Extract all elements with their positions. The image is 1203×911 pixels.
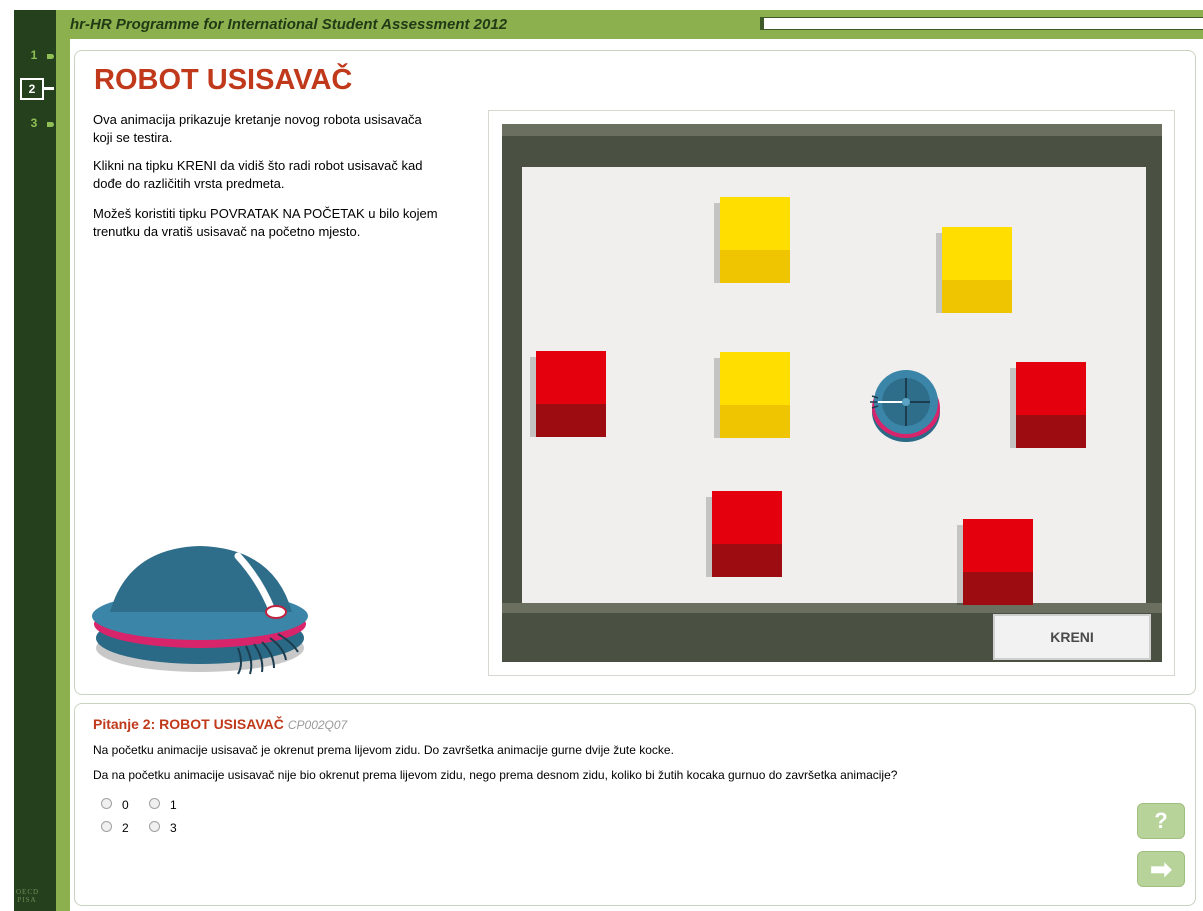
robot-vacuum bbox=[870, 370, 940, 442]
left-sidebar bbox=[14, 10, 70, 911]
start-button[interactable]: KRENI bbox=[993, 614, 1151, 660]
red-cube bbox=[957, 519, 1033, 605]
radio-button[interactable] bbox=[149, 821, 160, 832]
yellow-cube bbox=[936, 227, 1012, 313]
red-cube bbox=[530, 351, 606, 437]
red-cube bbox=[706, 491, 782, 577]
radio-button[interactable] bbox=[101, 821, 112, 832]
nav-item-3[interactable]: 3 bbox=[24, 116, 44, 130]
nav-connector-2 bbox=[44, 87, 54, 90]
nav-item-1[interactable]: 1 bbox=[24, 48, 44, 62]
intro-paragraph-2: Klikni na tipku KRENI da vidiš što radi … bbox=[93, 158, 423, 191]
intro-paragraph-3: Možeš koristiti tipku POVRATAK NA POČETA… bbox=[93, 206, 438, 239]
room-wall-bottom bbox=[502, 603, 1162, 613]
room-wall-top bbox=[502, 124, 1162, 136]
logo-line-1: OECD bbox=[16, 888, 40, 896]
yellow-cube bbox=[714, 352, 790, 438]
robot-vacuum-illustration bbox=[92, 546, 308, 675]
progress-fill bbox=[761, 18, 764, 29]
radio-button[interactable] bbox=[101, 798, 112, 809]
nav-item-2[interactable]: 2 bbox=[20, 78, 44, 100]
question-text-2: Da na početku animacije usisavač nije bi… bbox=[93, 768, 898, 782]
next-button[interactable]: ➡ bbox=[1137, 851, 1185, 887]
option-label: 3 bbox=[170, 821, 177, 835]
question-code: CP002Q07 bbox=[287, 718, 348, 732]
option-label: 1 bbox=[170, 798, 177, 812]
question-heading: Pitanje 2: ROBOT USISAVAČ CP002Q07 bbox=[93, 716, 347, 732]
logo-line-2: PISA bbox=[17, 896, 37, 904]
page-title: ROBOT USISAVAČ bbox=[94, 64, 353, 96]
header-title: hr-HR Programme for International Studen… bbox=[70, 16, 508, 33]
header-bar: hr-HR Programme for International Studen… bbox=[60, 10, 1203, 39]
help-button[interactable]: ? bbox=[1137, 803, 1185, 839]
red-cube bbox=[1010, 362, 1086, 448]
sidebar-accent-strip bbox=[56, 10, 70, 911]
question-panel bbox=[74, 703, 1196, 906]
option-label: 0 bbox=[122, 798, 129, 812]
yellow-cube bbox=[714, 197, 790, 283]
question-title: Pitanje 2: ROBOT USISAVAČ bbox=[93, 716, 284, 732]
nav-connector-3 bbox=[47, 122, 54, 127]
intro-paragraph-1: Ova animacija prikazuje kretanje novog r… bbox=[93, 112, 422, 145]
progress-bar bbox=[760, 17, 1203, 30]
arrow-right-icon: ➡ bbox=[1150, 854, 1172, 884]
radio-button[interactable] bbox=[149, 798, 160, 809]
question-text-1: Na početku animacije usisavač je okrenut… bbox=[93, 743, 674, 757]
option-label: 2 bbox=[122, 821, 129, 835]
oecd-pisa-logo: OECD PISA bbox=[16, 888, 38, 904]
nav-connector-1 bbox=[47, 54, 54, 59]
question-icon: ? bbox=[1154, 808, 1168, 833]
